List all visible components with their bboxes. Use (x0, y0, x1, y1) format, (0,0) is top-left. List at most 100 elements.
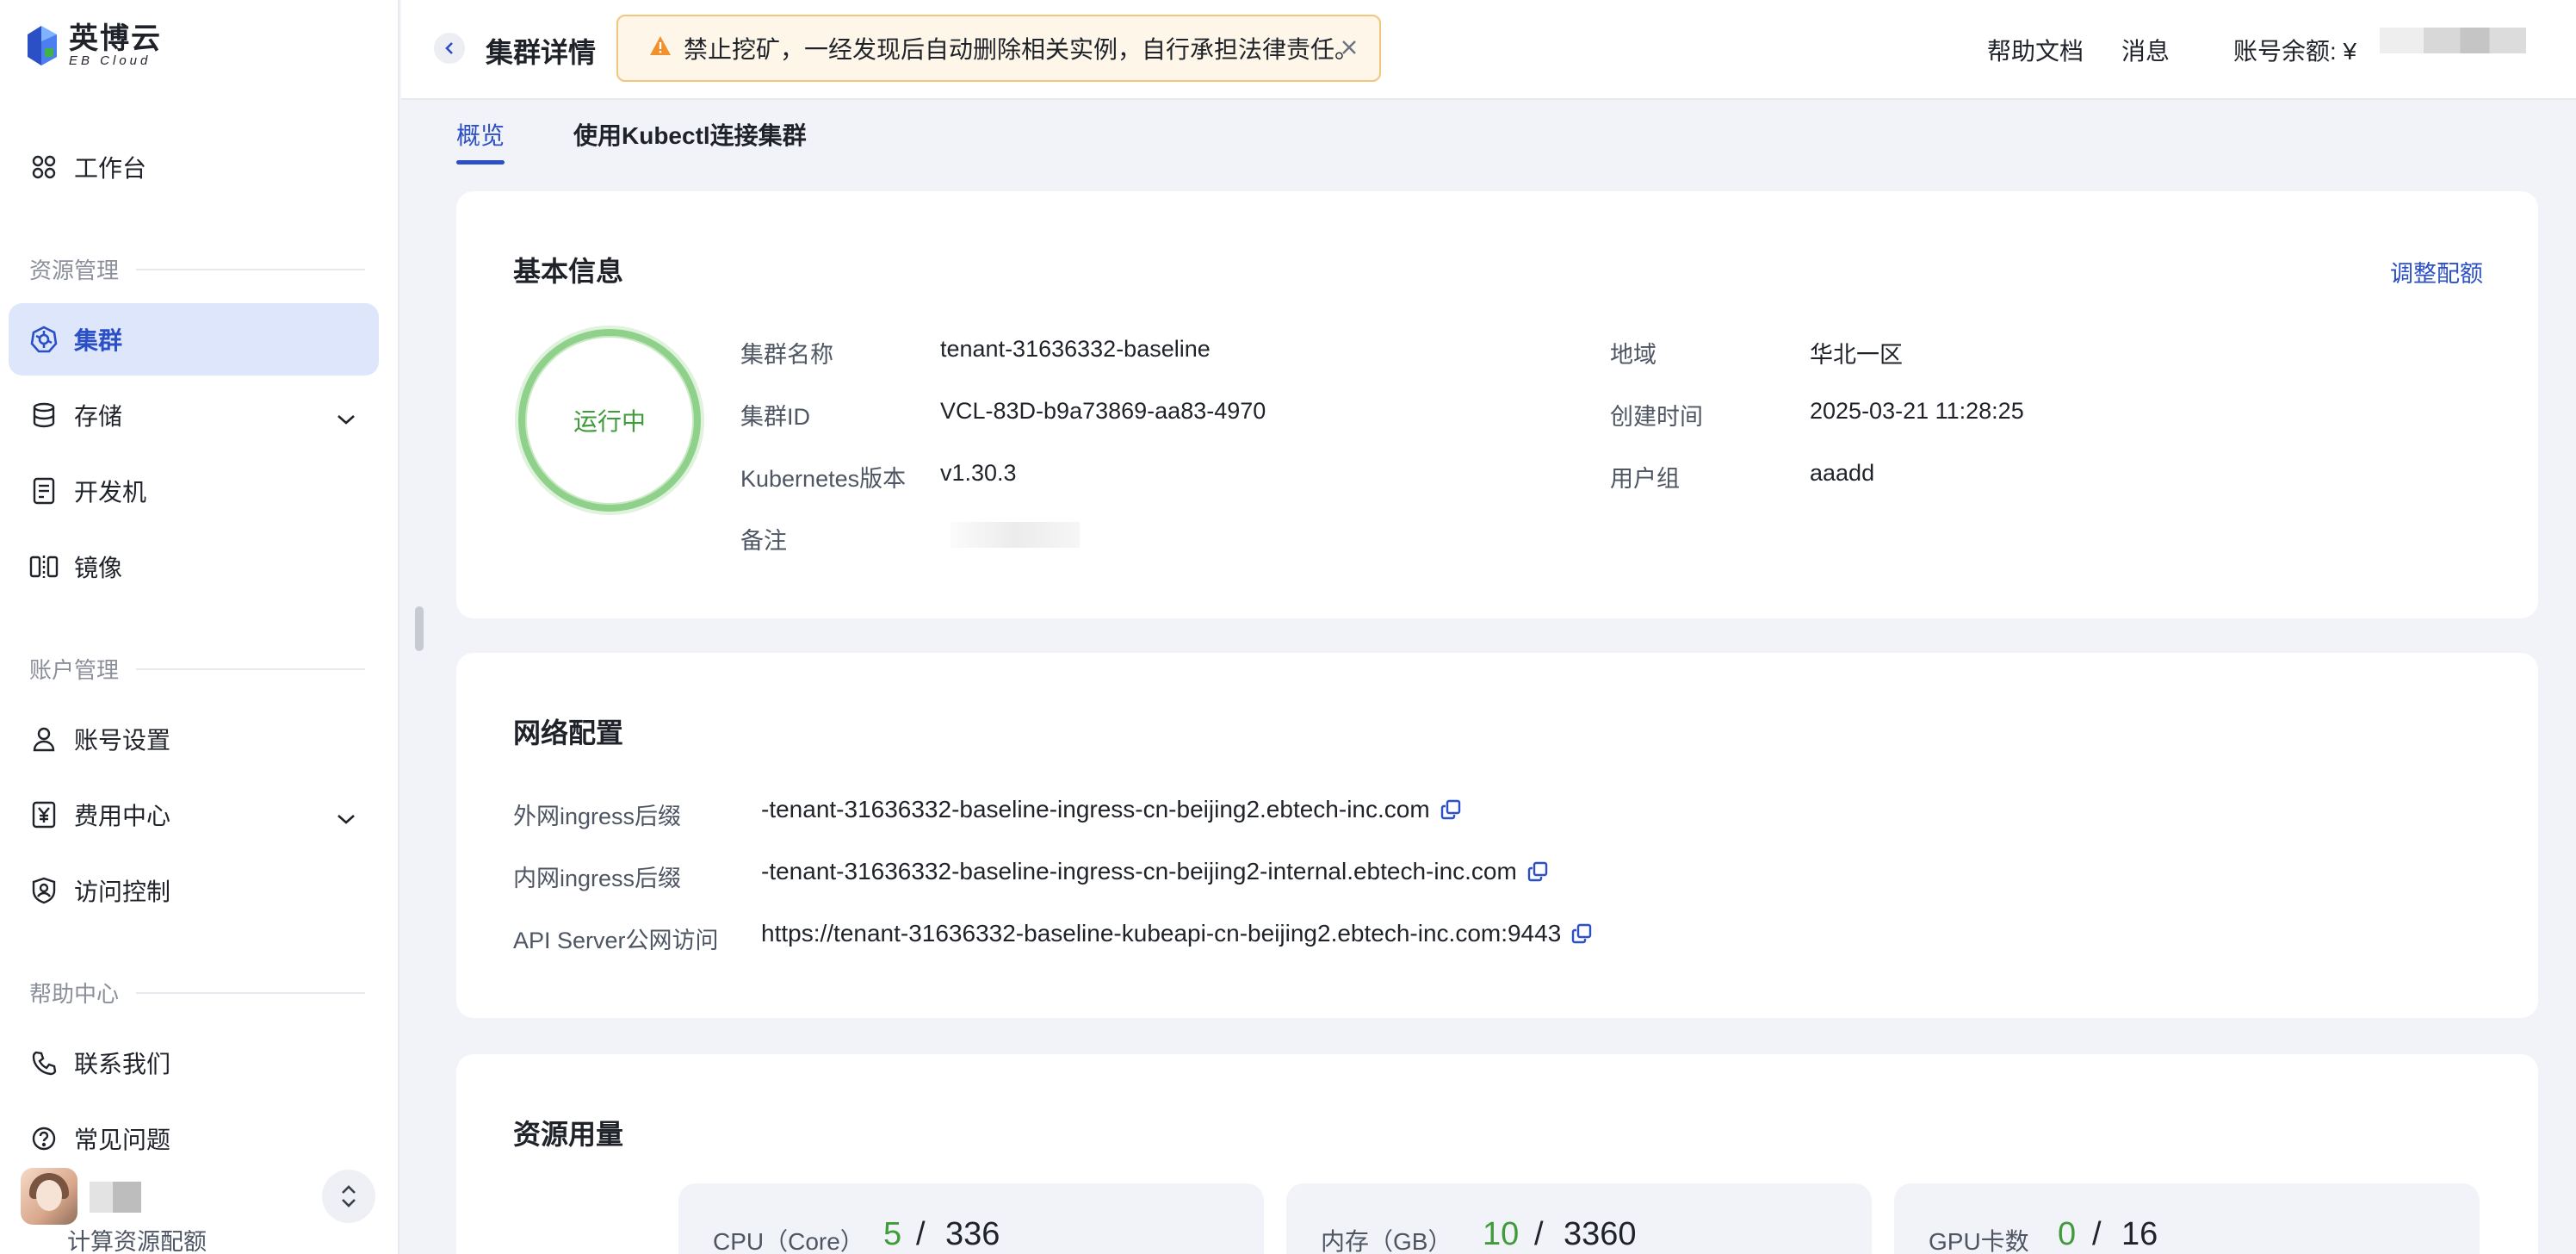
cpu-used: 5 (883, 1216, 902, 1252)
nav-storage[interactable]: 存储 (9, 379, 379, 451)
external-ingress-label: 外网ingress后缀 (513, 804, 682, 829)
external-ingress-text: -tenant-31636332-baseline-ingress-cn-bei… (761, 796, 1430, 823)
memory-total: 3360 (1564, 1216, 1637, 1252)
balance-value-redacted (2380, 28, 2526, 53)
chevron-up-down-icon (342, 1185, 356, 1207)
nav-storage-label: 存储 (74, 403, 123, 430)
messages-link[interactable]: 消息 (2121, 33, 2170, 67)
user-group-label: 用户组 (1610, 466, 1680, 492)
api-server-label: API Server公网访问 (513, 928, 719, 953)
section-resource-label: 资源管理 (29, 258, 120, 283)
internal-ingress-text: -tenant-31636332-baseline-ingress-cn-bei… (761, 858, 1517, 885)
nav-workbench[interactable]: 工作台 (9, 131, 379, 203)
phone-icon (29, 1048, 59, 1077)
memory-label: 内存（GB） (1321, 1228, 1452, 1254)
nav-faq-label: 常见问题 (74, 1127, 171, 1153)
copy-icon[interactable] (1527, 861, 1548, 882)
shield-user-icon (29, 876, 59, 905)
internal-ingress-label: 内网ingress后缀 (513, 866, 682, 891)
back-button[interactable] (434, 33, 465, 64)
memory-quota-box: 内存（GB） 10 / 3360 (1286, 1183, 1872, 1254)
network-card: 网络配置 外网ingress后缀 -tenant-31636332-baseli… (456, 653, 2538, 1018)
k8s-version-label: Kubernetes版本 (740, 466, 907, 492)
tab-overview[interactable]: 概览 (456, 117, 505, 152)
region-value: 华北一区 (1810, 342, 1903, 368)
nav-account-settings-label: 账号设置 (74, 727, 171, 754)
api-server-text: https://tenant-31636332-baseline-kubeapi… (761, 920, 1562, 947)
cluster-id-value: VCL-83D-b9a73869-aa83-4970 (940, 398, 1266, 424)
chevron-down-icon (336, 804, 356, 832)
top-header: 集群详情 禁止挖矿，一经发现后自动删除相关实例，自行承担法律责任。 帮助文档 消… (401, 0, 2576, 100)
warning-banner: 禁止挖矿，一经发现后自动删除相关实例，自行承担法律责任。 (616, 15, 1381, 82)
gpu-used: 0 (2058, 1216, 2077, 1252)
expand-collapse-button[interactable] (322, 1170, 375, 1223)
note-value-redacted (951, 522, 1080, 548)
memory-separator: / (1534, 1216, 1544, 1252)
network-title: 网络配置 (513, 717, 624, 748)
nav-image[interactable]: 镜像 (9, 531, 379, 603)
user-profile[interactable] (21, 1166, 375, 1226)
nav-account-settings[interactable]: 账号设置 (9, 703, 379, 775)
gpu-separator: / (2092, 1216, 2102, 1252)
copy-icon[interactable] (1440, 799, 1461, 820)
status-indicator: 运行中 (518, 329, 701, 512)
cpu-total: 336 (945, 1216, 1000, 1252)
devbox-icon (29, 476, 59, 506)
nav-billing-label: 费用中心 (74, 803, 171, 829)
cpu-separator: / (916, 1216, 926, 1252)
sidebar: 英博云 EB Cloud 工作台 资源管理 集群 存储 开发机 镜像 账户管理 … (0, 0, 399, 1254)
memory-used: 10 (1483, 1216, 1520, 1252)
internal-ingress-value: -tenant-31636332-baseline-ingress-cn-bei… (761, 858, 1548, 885)
gpu-label: GPU卡数 (1929, 1228, 2029, 1254)
nav-access-control[interactable]: 访问控制 (9, 854, 379, 927)
api-server-value: https://tenant-31636332-baseline-kubeapi… (761, 920, 1592, 947)
nav-faq[interactable]: 常见问题 (9, 1102, 379, 1175)
cpu-quota-box: CPU（Core） 5 / 336 (678, 1183, 1264, 1254)
close-icon[interactable] (1340, 35, 1359, 63)
brand-logo[interactable]: 英博云 EB Cloud (24, 22, 162, 69)
section-help: 帮助中心 (29, 977, 365, 1009)
cluster-id-label: 集群ID (740, 404, 810, 430)
gpu-total: 16 (2121, 1216, 2158, 1252)
user-icon (29, 724, 59, 754)
nav-contact-us-label: 联系我们 (74, 1051, 171, 1077)
nav-cluster-label: 集群 (74, 327, 123, 354)
nav-devbox-label: 开发机 (74, 479, 147, 506)
nav-billing[interactable]: 费用中心 (9, 779, 379, 851)
yen-icon (29, 800, 59, 829)
question-icon (29, 1124, 59, 1153)
grid-icon (29, 152, 59, 182)
nav-cluster[interactable]: 集群 (9, 303, 379, 376)
sidebar-resize-handle[interactable] (415, 606, 424, 651)
cpu-label: CPU（Core） (713, 1228, 864, 1254)
copy-icon[interactable] (1571, 923, 1592, 944)
chevron-down-icon (336, 405, 356, 432)
logo-icon (24, 22, 60, 69)
tab-kubectl[interactable]: 使用Kubectl连接集群 (573, 117, 807, 152)
nav-image-label: 镜像 (74, 555, 123, 581)
nav-access-control-label: 访问控制 (74, 878, 171, 905)
nav-workbench-label: 工作台 (74, 155, 147, 182)
warning-text: 禁止挖矿，一经发现后自动删除相关实例，自行承担法律责任。 (684, 36, 1359, 63)
region-label: 地域 (1610, 342, 1656, 368)
gpu-quota-box: GPU卡数 0 / 16 (1894, 1183, 2480, 1254)
nav-contact-us[interactable]: 联系我们 (9, 1027, 379, 1099)
basic-info-card: 基本信息 调整配额 运行中 集群名称 tenant-31636332-basel… (456, 191, 2538, 618)
image-icon (29, 552, 59, 581)
resource-title: 资源用量 (513, 1119, 624, 1150)
balance-label: 账号余额: ¥ (2233, 38, 2357, 65)
section-account: 账户管理 (29, 653, 365, 685)
chevron-left-icon (445, 42, 453, 54)
brand-name-en: EB Cloud (69, 53, 152, 68)
storage-icon (29, 400, 59, 430)
nav-devbox[interactable]: 开发机 (9, 455, 379, 527)
cluster-name-value: tenant-31636332-baseline (940, 336, 1211, 362)
avatar[interactable] (21, 1168, 77, 1225)
note-label: 备注 (740, 528, 787, 554)
help-docs-link[interactable]: 帮助文档 (1987, 33, 2084, 67)
section-resource: 资源管理 (29, 253, 365, 285)
brand-name: 英博云 (69, 22, 162, 55)
warning-icon (649, 34, 672, 62)
compute-quota-label: 计算资源配额 (67, 1229, 207, 1254)
adjust-quota-link[interactable]: 调整配额 (2390, 255, 2483, 289)
